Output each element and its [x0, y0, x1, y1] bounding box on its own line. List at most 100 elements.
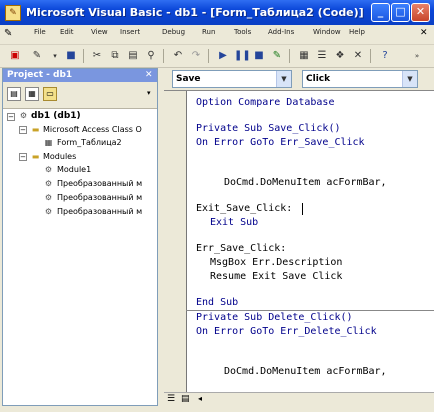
toolbar-options-icon[interactable]: »: [410, 49, 424, 63]
minimize-button[interactable]: _: [371, 3, 390, 22]
view-code-icon[interactable]: ▤: [7, 87, 21, 101]
title-bar[interactable]: ✎ Microsoft Visual Basic - db1 - [Form_Т…: [0, 0, 434, 25]
close-button[interactable]: ✕: [411, 3, 430, 22]
code-line[interactable]: Exit Sub: [210, 217, 258, 228]
menu-tools[interactable]: Tools: [234, 28, 251, 36]
folder-icon: ▬: [31, 125, 40, 134]
menu-view[interactable]: View: [91, 28, 108, 36]
copy-icon[interactable]: ⧉: [108, 49, 122, 63]
run-icon[interactable]: ▶: [216, 49, 230, 63]
project-close-icon[interactable]: ✕: [145, 69, 153, 82]
object-combo[interactable]: Save ▼: [172, 70, 292, 88]
undo-icon[interactable]: ↶: [171, 49, 185, 63]
procedure-view-icon[interactable]: ☰: [167, 394, 175, 404]
module-icon: ⚙: [44, 193, 53, 202]
code-window: Save ▼ Click ▼ Option Compare Database P…: [164, 68, 434, 407]
full-module-view-icon[interactable]: ▤: [181, 394, 190, 404]
menu-edit[interactable]: Edit: [60, 28, 74, 36]
menu-file[interactable]: File: [34, 28, 46, 36]
folder-icon: ▬: [31, 152, 40, 161]
tree-module-item[interactable]: Module1: [57, 165, 91, 174]
module-icon: ⚙: [44, 207, 53, 216]
procedure-combo[interactable]: Click ▼: [302, 70, 418, 88]
margin-indicator-bar[interactable]: [164, 91, 187, 393]
text-cursor: [302, 203, 303, 215]
module-icon: ⚙: [44, 179, 53, 188]
toolbar-separator: [370, 49, 371, 63]
chevron-down-icon[interactable]: ▼: [276, 71, 291, 87]
code-line[interactable]: Private Sub Save_Click(): [196, 123, 341, 134]
collapse-toggle-icon[interactable]: −: [19, 126, 27, 134]
procedure-separator: [186, 310, 434, 311]
scroll-left-icon[interactable]: ◂: [198, 394, 202, 403]
break-icon[interactable]: ❚❚: [234, 49, 251, 63]
code-line[interactable]: End Sub: [196, 297, 238, 308]
code-line[interactable]: MsgBox Err.Description: [210, 257, 342, 268]
cut-icon[interactable]: ✂: [90, 49, 104, 63]
dropdown-arrow-icon[interactable]: ▾: [48, 49, 62, 63]
access-view-icon[interactable]: ▣: [8, 49, 22, 63]
code-line[interactable]: Err_Save_Click:: [196, 243, 286, 254]
code-line[interactable]: On Error GoTo Err_Save_Click: [196, 137, 365, 148]
module-icon: ⚙: [44, 165, 53, 174]
redo-icon[interactable]: ↷: [189, 49, 203, 63]
menu-window[interactable]: Window: [313, 28, 341, 36]
chevron-down-icon[interactable]: ▼: [402, 71, 417, 87]
insert-module-icon[interactable]: ✎: [30, 49, 44, 63]
window-title: Microsoft Visual Basic - db1 - [Form_Таб…: [26, 6, 364, 19]
project-explorer-title: Project - db1: [7, 70, 73, 80]
project-explorer-titlebar[interactable]: Project - db1 ✕: [3, 69, 157, 82]
toolbox-icon[interactable]: ✕: [351, 49, 365, 63]
vb-app-icon[interactable]: ✎: [5, 5, 21, 21]
tree-project-root[interactable]: db1 (db1): [31, 111, 81, 121]
dropdown-arrow-icon[interactable]: ▾: [147, 89, 151, 97]
tree-class-objects[interactable]: Microsoft Access Class O: [43, 125, 142, 134]
toolbar-separator: [163, 49, 164, 63]
code-line[interactable]: DoCmd.DoMenuItem acFormBar,: [224, 177, 387, 188]
tree-module-item[interactable]: Преобразованный м: [57, 193, 142, 202]
design-mode-icon[interactable]: ✎: [270, 49, 284, 63]
code-line[interactable]: Option Compare Database: [196, 97, 334, 108]
project-icon: ⚙: [19, 111, 28, 120]
menu-help[interactable]: Help: [349, 28, 365, 36]
menu-run[interactable]: Run: [202, 28, 215, 36]
tree-module-item[interactable]: Преобразованный м: [57, 207, 142, 216]
code-line[interactable]: DoCmd.DoMenuItem acFormBar,: [224, 366, 387, 377]
vbe-window: ✎ Microsoft Visual Basic - db1 - [Form_Т…: [0, 0, 434, 412]
document-close-icon[interactable]: ✕: [420, 28, 428, 38]
collapse-toggle-icon[interactable]: −: [19, 153, 27, 161]
code-line[interactable]: Resume Exit Save Click: [210, 271, 342, 282]
menu-insert[interactable]: Insert: [120, 28, 140, 36]
code-editor[interactable]: Option Compare Database Private Sub Save…: [164, 90, 434, 393]
properties-window-icon[interactable]: ☰: [315, 49, 329, 63]
help-icon[interactable]: ?: [378, 49, 392, 63]
horizontal-scrollbar[interactable]: ☰ ▤ ◂: [164, 392, 434, 407]
menu-add-ins[interactable]: Add-Ins: [268, 28, 294, 36]
code-line[interactable]: On Error GoTo Err_Delete_Click: [196, 326, 377, 337]
view-object-icon[interactable]: ▦: [25, 87, 39, 101]
standard-toolbar: ▣ ✎ ▾ ■ ✂ ⧉ ▤ ⚲ ↶ ↷ ▶ ❚❚ ■ ✎ ▦ ☰ ❖ ✕ ? »: [0, 45, 434, 68]
reset-icon[interactable]: ■: [252, 49, 266, 63]
tree-form-item[interactable]: Form_Таблица2: [57, 138, 122, 147]
toggle-folders-icon[interactable]: ▭: [43, 87, 57, 101]
menu-bar: ✎ File Edit View Insert Debug Run Tools …: [0, 25, 434, 45]
object-browser-icon[interactable]: ❖: [333, 49, 347, 63]
form-icon: ▦: [44, 138, 53, 147]
object-combo-value: Save: [176, 74, 201, 84]
toolbar-separator: [83, 49, 84, 63]
paste-icon[interactable]: ▤: [126, 49, 140, 63]
collapse-toggle-icon[interactable]: −: [7, 113, 15, 121]
code-line[interactable]: Exit_Save_Click:: [196, 203, 292, 214]
toolbar-separator: [289, 49, 290, 63]
project-explorer: Project - db1 ✕ ▤ ▦ ▭ ▾ − ⚙ db1 (db1) − …: [2, 68, 158, 406]
save-icon[interactable]: ■: [64, 49, 78, 63]
find-icon[interactable]: ⚲: [144, 49, 158, 63]
tree-module-item[interactable]: Преобразованный м: [57, 179, 142, 188]
menu-debug[interactable]: Debug: [162, 28, 185, 36]
project-explorer-toolbar: ▤ ▦ ▭ ▾: [3, 82, 157, 109]
code-line[interactable]: Private Sub Delete_Click(): [196, 312, 353, 323]
project-explorer-icon[interactable]: ▦: [297, 49, 311, 63]
tree-modules-folder[interactable]: Modules: [43, 152, 76, 161]
vb-menu-icon: ✎: [4, 28, 13, 39]
maximize-button[interactable]: □: [391, 3, 410, 22]
